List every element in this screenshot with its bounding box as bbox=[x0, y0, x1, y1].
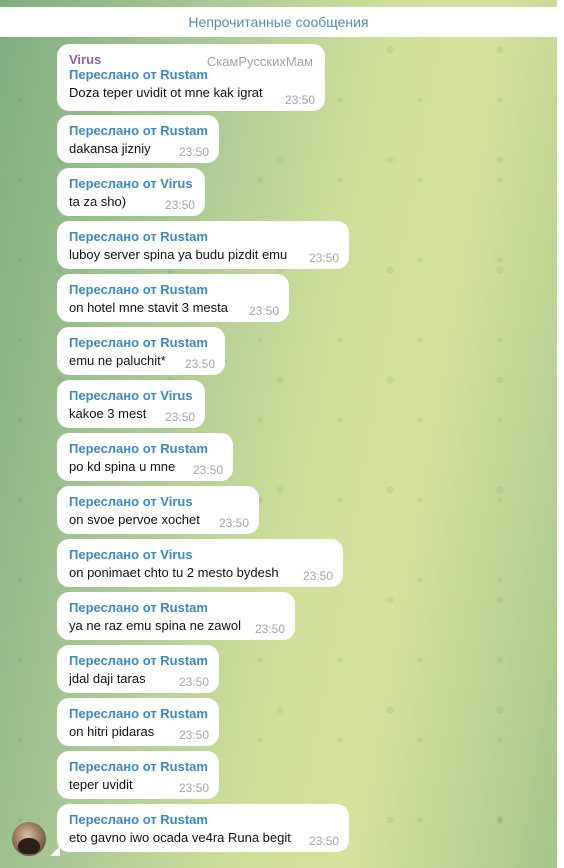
message-channel[interactable]: СкамРусскихМам bbox=[207, 54, 313, 69]
message-bubble[interactable]: Переслано от Virus on ponimaet chto tu 2… bbox=[57, 539, 343, 587]
message-bubble[interactable]: Переслано от Rustam luboy server spina y… bbox=[57, 221, 349, 269]
message-bubble[interactable]: Переслано от Virus on svoe pervoe xochet… bbox=[57, 486, 259, 534]
forwarded-from[interactable]: Переслано от Rustam bbox=[69, 229, 337, 244]
message-bubble[interactable]: Virus СкамРусскихМам Переслано от Rustam… bbox=[57, 44, 325, 111]
message-bubble[interactable]: Переслано от Rustam po kd spina u mne 23… bbox=[57, 433, 233, 481]
message-bubble[interactable]: Переслано от Rustam jdal daji taras 23:5… bbox=[57, 645, 219, 693]
message-bubble[interactable]: Переслано от Rustam teper uvidit 23:50 bbox=[57, 751, 219, 799]
forwarded-from[interactable]: Переслано от Virus bbox=[69, 494, 247, 509]
sender-avatar[interactable] bbox=[12, 822, 46, 856]
forwarded-from[interactable]: Переслано от Virus bbox=[69, 176, 193, 191]
message-bubble[interactable]: Переслано от Rustam eto gavno iwo ocada … bbox=[57, 804, 349, 852]
message-time: 23:50 bbox=[164, 198, 195, 212]
forwarded-from[interactable]: Переслано от Rustam bbox=[69, 653, 208, 668]
message-bubble[interactable]: Переслано от Virus ta za sho) 23:50 bbox=[57, 168, 205, 216]
message-time: 23:50 bbox=[178, 781, 209, 795]
forwarded-from[interactable]: Переслано от Rustam bbox=[69, 123, 208, 138]
unread-messages-banner: Непрочитанные сообщения bbox=[0, 7, 557, 37]
forwarded-from[interactable]: Переслано от Rustam bbox=[69, 600, 283, 615]
forwarded-from[interactable]: Переслано от Rustam bbox=[69, 759, 208, 774]
message-text: luboy server spina ya budu pizdit emu bbox=[69, 247, 288, 262]
message-bubble[interactable]: Переслано от Virus kakoe 3 mest 23:50 bbox=[57, 380, 205, 428]
message-time: 23:50 bbox=[164, 410, 195, 424]
message-time: 23:50 bbox=[254, 622, 285, 636]
chat-background: Непрочитанные сообщения Virus СкамРусски… bbox=[0, 0, 557, 868]
message-time: 23:50 bbox=[192, 463, 223, 477]
message-bubble[interactable]: Переслано от Rustam ya ne raz emu spina … bbox=[57, 592, 295, 640]
forwarded-from[interactable]: Переслано от Rustam bbox=[69, 335, 213, 350]
message-bubble[interactable]: Переслано от Rustam on hotel mne stavit … bbox=[57, 274, 289, 322]
forwarded-from[interactable]: Переслано от Rustam bbox=[69, 67, 313, 82]
bubble-tail bbox=[50, 846, 60, 856]
message-text: on ponimaet chto tu 2 mesto bydesh bbox=[69, 565, 279, 580]
message-time: 23:50 bbox=[302, 569, 333, 583]
forwarded-from[interactable]: Переслано от Rustam bbox=[69, 812, 337, 827]
message-time: 23:50 bbox=[218, 516, 249, 530]
unread-banner-label: Непрочитанные сообщения bbox=[188, 14, 369, 30]
message-time: 23:50 bbox=[178, 145, 209, 159]
message-bubble[interactable]: Переслано от Rustam dakansa jizniy 23:50 bbox=[57, 115, 219, 163]
forwarded-from[interactable]: Переслано от Rustam bbox=[69, 706, 208, 721]
forwarded-from[interactable]: Переслано от Rustam bbox=[69, 282, 277, 297]
message-text: eto gavno iwo ocada ve4ra Runa begit bbox=[69, 830, 291, 845]
message-time: 23:50 bbox=[184, 357, 215, 371]
message-text: ya ne raz emu spina ne zawol bbox=[69, 618, 241, 633]
message-time: 23:50 bbox=[308, 834, 339, 848]
message-text: on hotel mne stavit 3 mesta bbox=[69, 300, 228, 315]
message-text: Doza teper uvidit ot mne kak igrat bbox=[69, 85, 263, 100]
message-time: 23:50 bbox=[284, 93, 315, 107]
message-time: 23:50 bbox=[308, 251, 339, 265]
message-time: 23:50 bbox=[178, 728, 209, 742]
scrollbar[interactable] bbox=[557, 0, 564, 868]
forwarded-from[interactable]: Переслано от Virus bbox=[69, 547, 331, 562]
message-time: 23:50 bbox=[248, 304, 279, 318]
message-bubble[interactable]: Переслано от Rustam emu ne paluchit* 23:… bbox=[57, 327, 225, 375]
message-bubble[interactable]: Переслано от Rustam on hitri pidaras 23:… bbox=[57, 698, 219, 746]
forwarded-from[interactable]: Переслано от Virus bbox=[69, 388, 193, 403]
message-time: 23:50 bbox=[178, 675, 209, 689]
forwarded-from[interactable]: Переслано от Rustam bbox=[69, 441, 221, 456]
